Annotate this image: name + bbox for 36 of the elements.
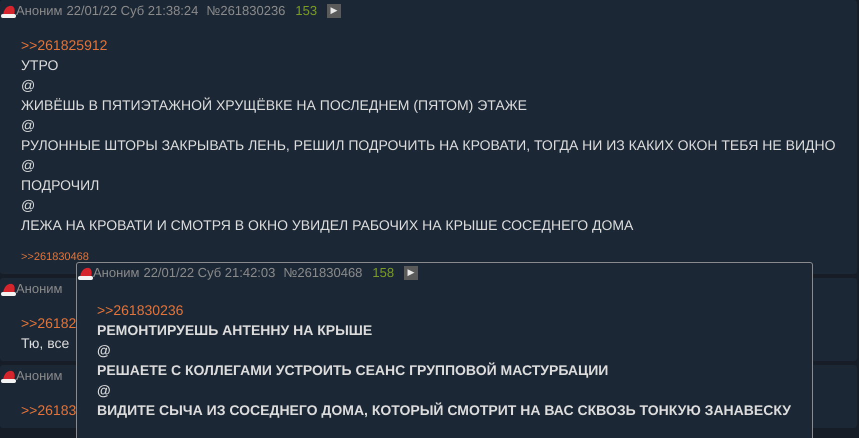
post-number[interactable]: №261830468 <box>283 263 362 283</box>
post-text: ЛЕЖА НА КРОВАТИ И СМОТРЯ В ОКНО УВИДЕЛ РАБОЧИХ НА КРЫШЕ СОСЕДНЕГО ДОМА <box>21 216 634 235</box>
post-text: ПОДРОЧИЛ <box>21 176 100 195</box>
post-text: @ <box>97 341 111 360</box>
post-count: 153 <box>295 2 318 20</box>
post-text: @ <box>21 76 36 95</box>
post-date: 22/01/22 Суб 21:38:24 <box>66 2 198 20</box>
post-text: @ <box>21 116 36 135</box>
post-text: РУЛОННЫЕ ШТОРЫ ЗАКРЫВАТЬ ЛЕНЬ, РЕШИЛ ПОДРОЧИТЬ НА КРОВАТИ, ТОГДА НИ ИЗ КАКИХ ОКОН ТЕБЯ НЕ ВИДНО <box>21 136 836 155</box>
play-button[interactable]: ▶ <box>404 266 418 280</box>
reply-link[interactable]: >>261825912 <box>21 35 108 55</box>
author-name: Аноним <box>16 280 62 298</box>
santa-hat-icon <box>0 368 18 382</box>
author-name: Аноним <box>93 264 140 282</box>
post-text: @ <box>21 196 36 215</box>
post-text: @ <box>97 381 111 400</box>
santa-hat-icon <box>77 266 95 280</box>
post-text: Тю, все <box>21 334 70 352</box>
reply-link[interactable]: >>261830236 <box>97 300 184 320</box>
post-number[interactable]: №261830236 <box>206 1 286 21</box>
santa-hat-icon <box>0 282 18 296</box>
post-text: УТРО <box>21 56 58 75</box>
reply-link[interactable]: >>26183 <box>21 400 76 420</box>
author-name: Аноним <box>16 366 62 385</box>
post-text: ВИДИТЕ СЫЧА ИЗ СОСЕДНЕГО ДОМА, КОТОРЫЙ СМОТРИТ НА ВАС СКВОЗЬ ТОНКУЮ ЗАНАВЕСКУ <box>97 401 791 420</box>
santa-hat-icon <box>0 4 18 18</box>
post-text: РЕМОНТИРУЕШЬ АНТЕННУ НА КРЫШЕ <box>97 321 372 340</box>
post-text: РЕШАЕТЕ С КОЛЛЕГАМИ УСТРОИТЬ СЕАНС ГРУППОВОЙ МАСТУРБАЦИИ <box>97 361 608 380</box>
play-button[interactable]: ▶ <box>327 4 342 18</box>
post-count: 158 <box>372 264 394 282</box>
post-text: ЖИВЁШЬ В ПЯТИЭТАЖНОЙ ХРУЩЁВКЕ НА ПОСЛЕДНЕМ (ПЯТОМ) ЭТАЖЕ <box>21 96 527 115</box>
author-name: Аноним <box>16 2 62 20</box>
post-date: 22/01/22 Суб 21:42:03 <box>143 264 276 282</box>
post-text: @ <box>21 156 36 175</box>
reply-link[interactable]: >>261830468 <box>21 249 89 266</box>
reply-link[interactable]: >>26182 <box>21 312 76 332</box>
